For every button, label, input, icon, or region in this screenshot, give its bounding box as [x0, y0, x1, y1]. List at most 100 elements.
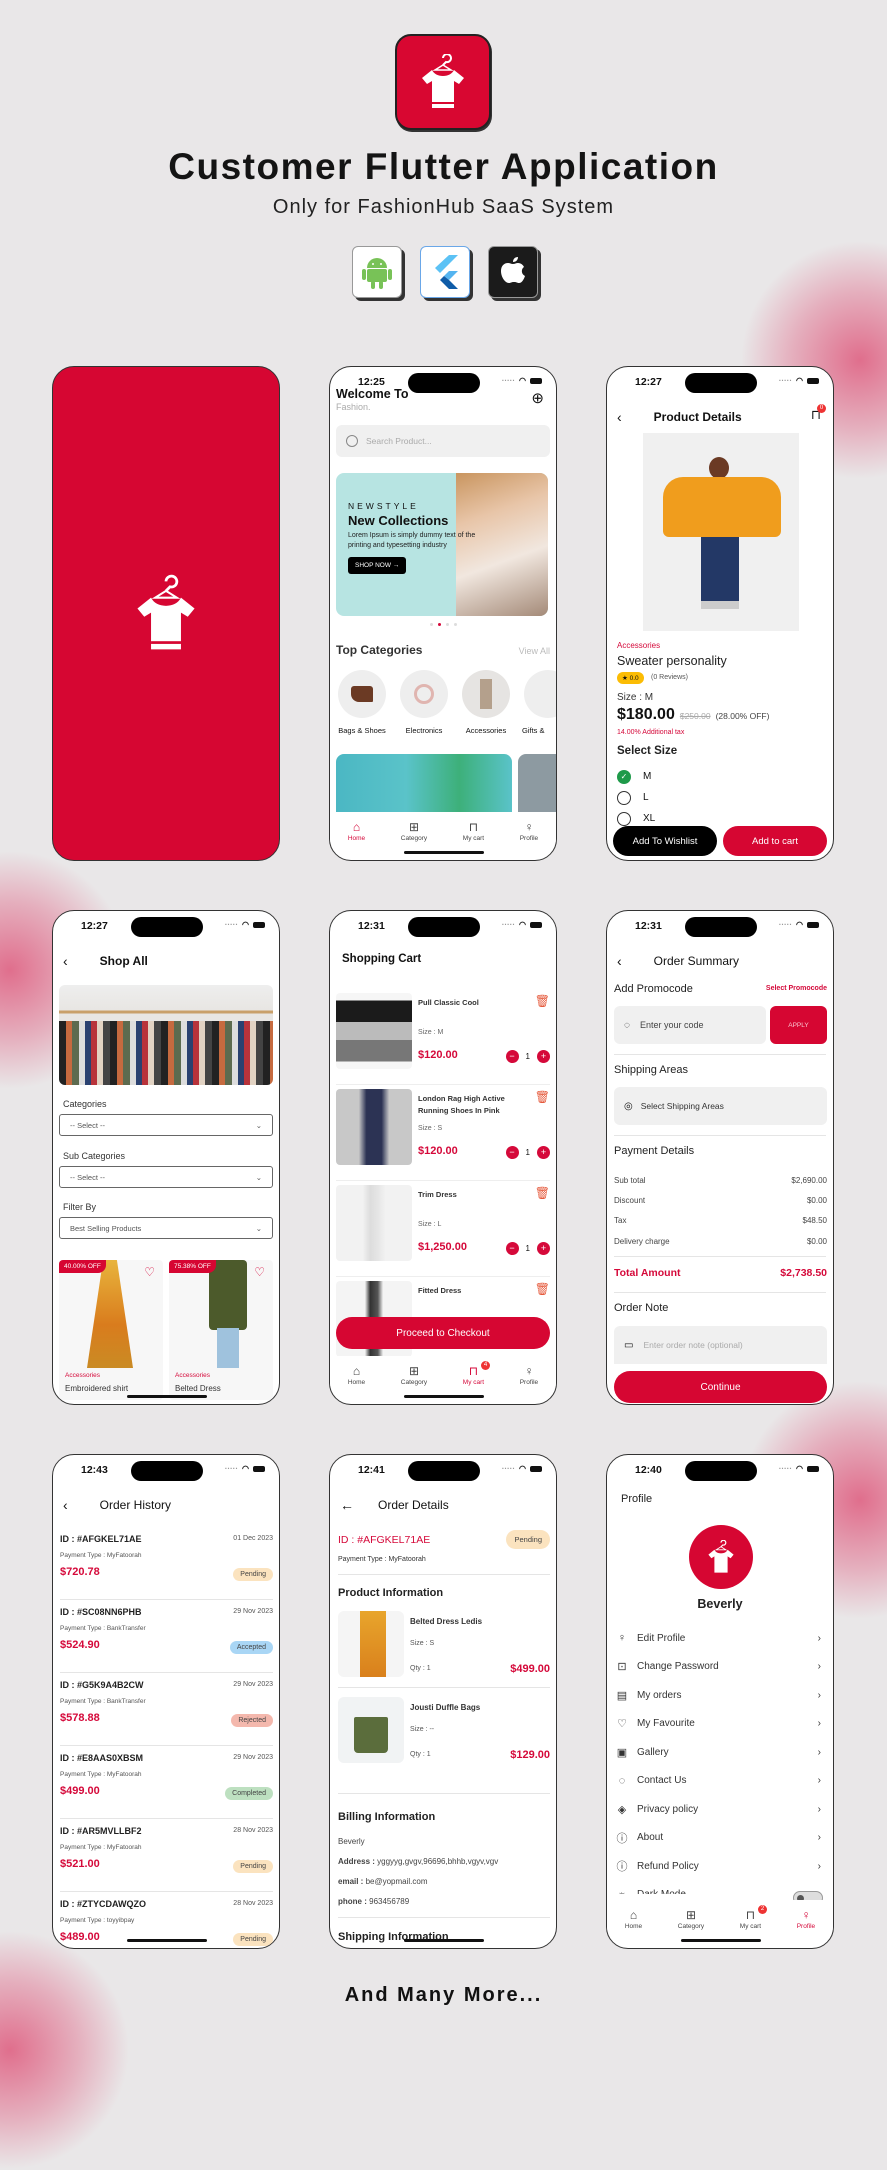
order-id: ID : #G5K9A4B2CW [60, 1680, 144, 1690]
featured-banner[interactable] [518, 754, 556, 814]
shop-now-button[interactable]: SHOP NOW → [348, 557, 407, 574]
sub-categories-select[interactable]: -- Select -- ⌄ [59, 1166, 273, 1188]
battery-icon [807, 921, 819, 928]
heart-icon[interactable]: ♡ [144, 1265, 155, 1279]
select-promocode-link[interactable]: Select Promocode [766, 985, 827, 992]
shipping-area-select[interactable]: ◎ Select Shipping Areas [614, 1087, 827, 1125]
profile-menu-item[interactable]: ▤ My orders › [607, 1681, 833, 1710]
plus-icon[interactable]: + [537, 1242, 550, 1255]
tab-home[interactable]: ⌂ Home [625, 1909, 642, 1930]
tab-cart[interactable]: ⊓ 2 My cart [740, 1905, 768, 1930]
continue-button[interactable]: Continue [614, 1371, 827, 1403]
plus-icon[interactable]: + [537, 1050, 550, 1063]
product-card[interactable]: 75.38% OFF ♡ Accessories Belted Dress [169, 1260, 273, 1400]
featured-banner[interactable] [336, 754, 512, 814]
tab-category[interactable]: ⊞ Category [401, 821, 427, 842]
profile-menu-item[interactable]: ⊡ Change Password › [607, 1653, 833, 1682]
tab-profile[interactable]: ♀ Profile [520, 1365, 538, 1386]
category-item[interactable]: Bags & Shoes [336, 670, 388, 735]
wifi-icon: ◠ [519, 376, 526, 385]
image-icon: ▣ [616, 1746, 628, 1759]
minus-icon[interactable]: − [505, 1050, 519, 1063]
minus-icon[interactable]: − [505, 1242, 519, 1255]
back-icon[interactable]: ‹ [617, 953, 622, 969]
order-note-input[interactable]: ▭ Enter order note (optional) [614, 1326, 827, 1364]
search-input[interactable]: Search Product... [336, 425, 550, 457]
add-to-wishlist-button[interactable]: Add To Wishlist [613, 826, 717, 856]
trash-icon[interactable]: 🗑︎ [535, 1186, 550, 1200]
trash-icon[interactable]: 🗑︎ [535, 1090, 550, 1104]
profile-menu-item[interactable]: ▣ Gallery › [607, 1738, 833, 1767]
payment-line-value: $2,690.00 [791, 1175, 827, 1185]
reviews-count[interactable]: (0 Reviews) [651, 674, 688, 681]
filter-by-select[interactable]: Best Selling Products ⌄ [59, 1217, 273, 1239]
order-row[interactable]: ID : #E8AAS0XBSM 29 Nov 2023 Payment Type … [60, 1746, 273, 1819]
home-indicator [404, 851, 484, 854]
proceed-to-checkout-button[interactable]: Proceed to Checkout [336, 1317, 550, 1349]
order-row[interactable]: ID : #SC08NN6PHB 29 Nov 2023 Payment Type … [60, 1600, 273, 1673]
profile-menu-item[interactable]: ⓘ Refund Policy › [607, 1852, 833, 1881]
bottom-nav: ⌂ Home ⊞ Category ⊓ 4 My cart ♀ Profile [330, 1356, 556, 1386]
payment-line-label: Discount [614, 1196, 646, 1206]
minus-icon[interactable]: − [505, 1146, 519, 1159]
category-item[interactable]: Electronics [398, 670, 450, 735]
profile-menu-item[interactable]: ⓘ About › [607, 1824, 833, 1853]
tab-profile[interactable]: ♀ Profile [520, 821, 538, 842]
add-to-cart-button[interactable]: Add to cart [723, 826, 827, 856]
size-option[interactable]: ✓ M [617, 766, 655, 787]
quantity-stepper[interactable]: −1 + [505, 1146, 550, 1159]
product-thumbnail [338, 1697, 404, 1763]
apply-button[interactable]: APPLY [770, 1006, 827, 1044]
tab-category[interactable]: ⊞ Category [401, 1365, 427, 1386]
profile-menu-item[interactable]: ◈ Privacy policy › [607, 1795, 833, 1824]
trash-icon[interactable]: 🗑︎ [535, 994, 550, 1008]
plus-icon[interactable]: + [537, 1146, 550, 1159]
avatar[interactable] [689, 1525, 753, 1589]
promo-banner[interactable]: NEWSTYLE New Collections Lorem Ipsum is … [336, 473, 548, 616]
product-name: Sweater personality [617, 654, 727, 668]
carousel-dots[interactable] [430, 623, 457, 626]
status-time: 12:27 [81, 920, 108, 932]
user-icon: ♀ [617, 1632, 627, 1645]
tab-home[interactable]: ⌂ Home [348, 1365, 365, 1386]
tab-cart[interactable]: ⊓ My cart [463, 821, 484, 842]
screen-title: Order Details [378, 1498, 449, 1512]
back-icon[interactable]: ‹ [63, 953, 68, 969]
chevron-down-icon: ⌄ [255, 1120, 262, 1130]
shop-banner-image [59, 985, 273, 1085]
tab-home[interactable]: ⌂ Home [348, 821, 365, 842]
back-arrow-icon[interactable]: ← [340, 1497, 354, 1513]
back-icon[interactable]: ‹ [617, 409, 622, 425]
promo-code-input[interactable]: ◌ Enter your code [614, 1006, 766, 1044]
order-row[interactable]: ID : #AFGKEL71AE 01 Dec 2023 Payment Type … [60, 1527, 273, 1600]
cart-item[interactable]: London Rag High Active Running Shoes In … [336, 1085, 550, 1181]
order-row[interactable]: ID : #G5K9A4B2CW 29 Nov 2023 Payment Type … [60, 1673, 273, 1746]
product-qty: Qty : 1 [410, 1665, 431, 1672]
back-icon[interactable]: ‹ [63, 1497, 68, 1513]
tab-category[interactable]: ⊞ Category [678, 1909, 704, 1930]
payment-type: Payment Type : MyFatoorah [338, 1556, 426, 1563]
user-icon: ♀ [524, 1364, 534, 1378]
category-item[interactable]: Gifts & [522, 670, 556, 735]
profile-menu-item[interactable]: ♡ My Favourite › [607, 1710, 833, 1739]
order-row[interactable]: ID : #AR5MVLLBF2 28 Nov 2023 Payment Type … [60, 1819, 273, 1892]
cart-item[interactable]: Pull Classic Cool 🗑︎ Size : M $120.00 −1 + [336, 989, 550, 1085]
tab-profile[interactable]: ♀ Profile [797, 1909, 815, 1930]
cart-item[interactable]: Trim Dress 🗑︎ Size : L $1,250.00 −1 + [336, 1181, 550, 1277]
size-option[interactable]: L [617, 787, 655, 808]
cart-icon[interactable]: ⊓ 0 [811, 404, 826, 423]
profile-menu-item[interactable]: ♀ Edit Profile › [607, 1624, 833, 1653]
category-item[interactable]: Accessories [460, 670, 512, 735]
tab-cart[interactable]: ⊓ 4 My cart [463, 1361, 491, 1386]
categories-select[interactable]: -- Select -- ⌄ [59, 1114, 273, 1136]
discount-badge: 40.00% OFF [59, 1260, 106, 1273]
view-all-link[interactable]: View All [519, 646, 550, 656]
product-card[interactable]: 40.00% OFF ♡ Accessories Embroidered shi… [59, 1260, 163, 1400]
product-image[interactable] [643, 433, 799, 631]
heart-icon[interactable]: ♡ [254, 1265, 265, 1279]
profile-menu-item[interactable]: ◌ Contact Us › [607, 1767, 833, 1796]
language-globe-icon[interactable]: ⊕ [531, 389, 544, 407]
trash-icon[interactable]: 🗑︎ [535, 1282, 550, 1296]
quantity-stepper[interactable]: −1 + [505, 1242, 550, 1255]
quantity-stepper[interactable]: −1 + [505, 1050, 550, 1063]
